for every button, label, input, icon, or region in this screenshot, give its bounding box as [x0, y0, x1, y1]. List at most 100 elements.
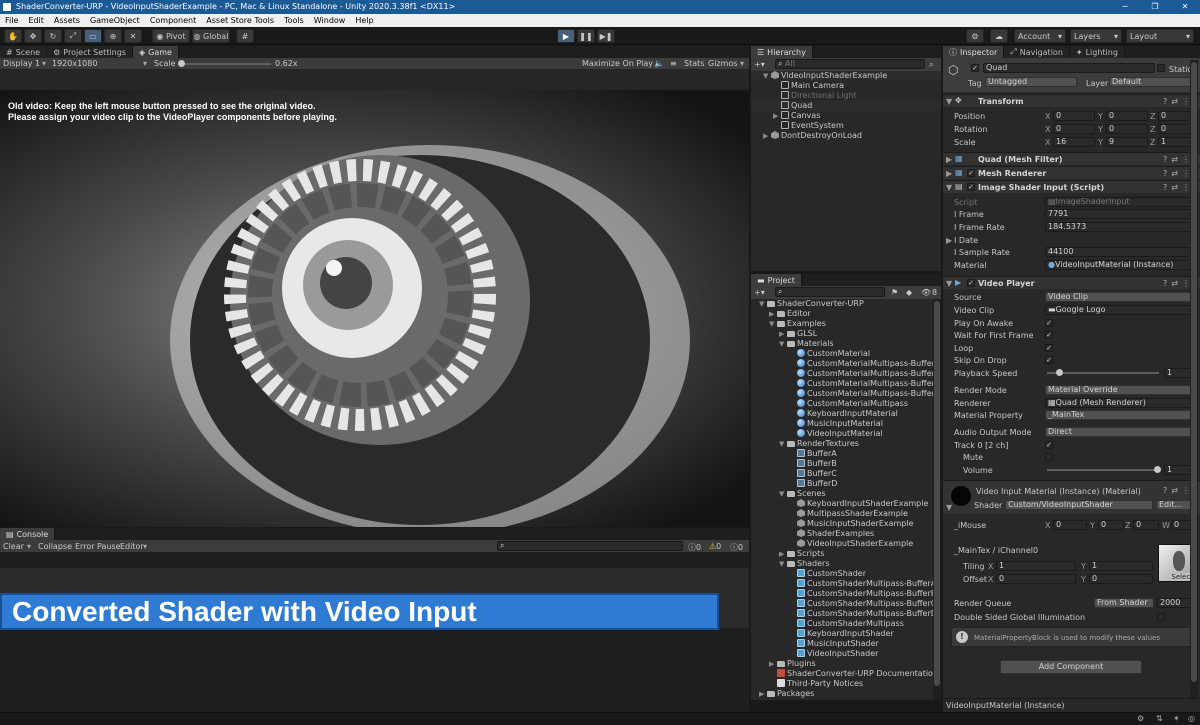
- rect-tool-icon[interactable]: ▭: [84, 29, 102, 43]
- project-item[interactable]: CustomMaterialMultipass-BufferA: [751, 359, 940, 369]
- project-item[interactable]: ▶ Plugins: [751, 659, 933, 669]
- foldout-arrow-icon[interactable]: ▼: [779, 439, 787, 449]
- project-item[interactable]: CustomShaderMultipass: [751, 619, 933, 629]
- foldout-arrow-icon[interactable]: ▶: [769, 309, 777, 319]
- scale-tool-icon[interactable]: ⤢: [64, 29, 82, 43]
- object-name-input[interactable]: Quad: [983, 63, 1155, 73]
- project-item[interactable]: KeyboardInputShader: [751, 629, 933, 639]
- idate-row[interactable]: ▶ I Date: [943, 234, 1200, 246]
- project-item[interactable]: ▶ Editor: [751, 309, 933, 319]
- project-item[interactable]: ▼ Examples: [751, 319, 933, 329]
- static-checkbox[interactable]: [1157, 64, 1165, 72]
- close-button[interactable]: ✕: [1170, 0, 1200, 14]
- shader-dropdown[interactable]: Custom/VideoInputShader: [1005, 500, 1153, 510]
- hierarchy-item[interactable]: Directional Light: [751, 91, 941, 101]
- wait-first-frame-checkbox[interactable]: ✓: [1045, 331, 1053, 339]
- hierarchy-item[interactable]: ▶ DontDestroyOnLoad: [751, 131, 941, 141]
- project-item[interactable]: CustomShaderMultipass-BufferA: [751, 579, 936, 589]
- tab-project[interactable]: ▬ Project: [751, 274, 802, 286]
- foldout-arrow-icon[interactable]: ▶: [779, 549, 787, 559]
- progress-icon[interactable]: ◎: [1188, 714, 1195, 723]
- hand-tool-icon[interactable]: ✋: [4, 29, 22, 43]
- inspector-scrollbar[interactable]: [1190, 60, 1198, 698]
- filter-label-icon[interactable]: ◆: [906, 288, 912, 297]
- project-item[interactable]: VideoInputMaterial: [751, 429, 933, 439]
- render-mode-dropdown[interactable]: Material Override: [1045, 385, 1196, 395]
- foldout-arrow-icon[interactable]: ▶: [763, 131, 771, 141]
- hierarchy-item[interactable]: ▼ VideoInputShaderExample: [751, 71, 941, 81]
- source-dropdown[interactable]: Video Clip: [1045, 292, 1196, 302]
- tab-console[interactable]: ▤ Console: [0, 528, 56, 540]
- offset-x-field[interactable]: 0: [996, 574, 1076, 584]
- collapse-toggle[interactable]: Collapse: [38, 542, 72, 551]
- tag-dropdown[interactable]: Untagged: [985, 77, 1077, 87]
- track-checkbox[interactable]: ✓: [1045, 441, 1053, 449]
- warning-count-toggle[interactable]: ⚠0: [709, 542, 721, 551]
- playback-speed-knob[interactable]: [1056, 369, 1063, 376]
- maximize-on-play-toggle[interactable]: Maximize On Play: [582, 59, 653, 68]
- menu-file[interactable]: File: [0, 16, 23, 25]
- global-button[interactable]: ◍ Global: [192, 29, 230, 43]
- project-item[interactable]: MusicInputMaterial: [751, 419, 933, 429]
- cloud-icon[interactable]: ☁: [990, 29, 1008, 43]
- material-field[interactable]: ●VideoInputMaterial (Instance): [1045, 260, 1196, 270]
- search-filter-icon[interactable]: ⌕: [929, 60, 933, 70]
- eye-icon[interactable]: 👁: [921, 288, 931, 297]
- add-component-button[interactable]: Add Component: [1000, 660, 1142, 674]
- project-item[interactable]: MusicInputShaderExample: [751, 519, 933, 529]
- menu-asset-store-tools[interactable]: Asset Store Tools: [201, 16, 279, 25]
- sliders-icon[interactable]: ≡: [670, 59, 677, 68]
- project-item[interactable]: ShaderExamples: [751, 529, 933, 539]
- debug-bug-icon[interactable]: ⚙: [1137, 714, 1144, 723]
- project-search-input[interactable]: ⌕: [775, 287, 885, 297]
- project-item[interactable]: BufferA: [751, 449, 933, 459]
- services-gear-icon[interactable]: ⚙: [966, 29, 984, 43]
- layers-dropdown[interactable]: Layers ▾: [1070, 29, 1122, 43]
- editor-dropdown[interactable]: Editor: [120, 542, 144, 551]
- grid-snap-icon[interactable]: #: [236, 29, 254, 43]
- foldout-arrow-icon[interactable]: ▶: [779, 329, 787, 339]
- game-render-view[interactable]: Old video: Keep the left mouse button pr…: [0, 90, 749, 527]
- project-item[interactable]: ▶ Scripts: [751, 549, 933, 559]
- gizmos-dropdown[interactable]: Gizmos: [708, 59, 737, 68]
- project-item[interactable]: ▼ RenderTextures: [751, 439, 933, 449]
- project-item[interactable]: KeyboardInputShaderExample: [751, 499, 933, 509]
- dsgi-checkbox[interactable]: [1157, 613, 1165, 621]
- active-checkbox[interactable]: ✓: [971, 64, 979, 72]
- error-count-toggle[interactable]: ⓘ0: [730, 542, 743, 553]
- maximize-button[interactable]: ❐: [1140, 0, 1170, 14]
- clear-button[interactable]: Clear: [3, 542, 24, 551]
- menu-gameobject[interactable]: GameObject: [85, 16, 145, 25]
- foldout-arrow-icon[interactable]: ▼: [759, 299, 767, 309]
- foldout-arrow-icon[interactable]: ▼: [769, 319, 777, 329]
- tab-inspector[interactable]: ⓘ Inspector: [943, 46, 1005, 58]
- hierarchy-item[interactable]: Quad: [751, 101, 941, 111]
- filter-type-icon[interactable]: ⚑: [891, 288, 898, 297]
- project-item[interactable]: BufferD: [751, 479, 933, 489]
- project-item[interactable]: VideoInputShaderExample: [751, 539, 933, 549]
- project-item[interactable]: ▼ ShaderConverter-URP: [751, 299, 933, 309]
- rotate-tool-icon[interactable]: ↻: [44, 29, 62, 43]
- mesh-renderer-header[interactable]: ▶ ▦ ✓ Mesh Renderer ?⇄⋮: [943, 166, 1200, 179]
- minimize-button[interactable]: ─: [1110, 0, 1140, 14]
- project-item[interactable]: ▼ Scenes: [751, 489, 933, 499]
- project-scrollbar-thumb[interactable]: [934, 301, 940, 686]
- foldout-arrow-icon[interactable]: ▼: [779, 339, 787, 349]
- inspector-scrollbar-thumb[interactable]: [1191, 62, 1197, 682]
- pause-button[interactable]: ❚❚: [577, 29, 595, 43]
- project-item[interactable]: ▼ Materials: [751, 339, 933, 349]
- account-dropdown[interactable]: Account ▾: [1014, 29, 1066, 43]
- tiling-x-field[interactable]: 1: [996, 561, 1076, 571]
- skip-on-drop-checkbox[interactable]: ✓: [1045, 356, 1053, 364]
- foldout-arrow-icon[interactable]: ▶: [769, 659, 777, 669]
- play-button[interactable]: ▶: [557, 29, 575, 43]
- audio-output-dropdown[interactable]: Direct: [1045, 427, 1196, 437]
- rotation-y-field[interactable]: 0: [1106, 124, 1148, 134]
- imouse-z-field[interactable]: 0: [1133, 520, 1159, 530]
- layout-dropdown[interactable]: Layout ▾: [1126, 29, 1194, 43]
- project-item[interactable]: VideoInputShader: [751, 649, 933, 659]
- iframe-field[interactable]: 7791: [1045, 209, 1196, 219]
- tab-navigation[interactable]: ⤢ Navigation: [1004, 46, 1070, 58]
- tab-game[interactable]: ◈ Game: [133, 46, 179, 58]
- menu-window[interactable]: Window: [309, 16, 351, 25]
